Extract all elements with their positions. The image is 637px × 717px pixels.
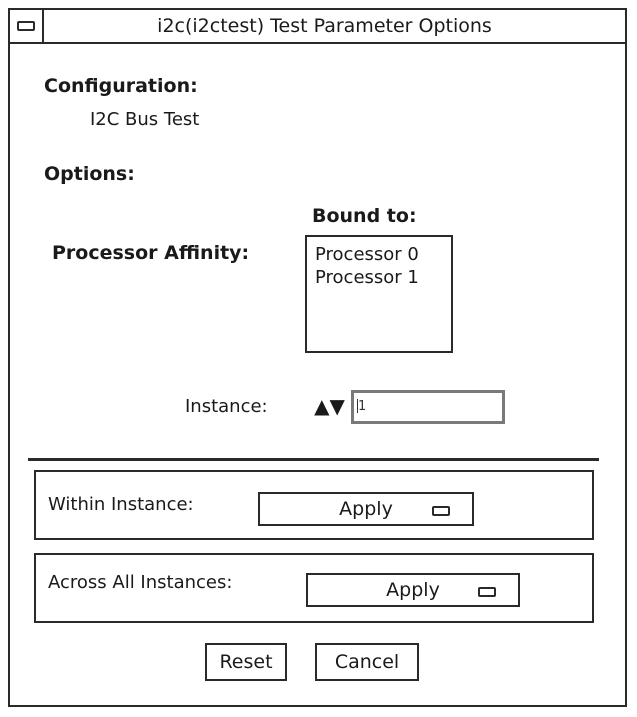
processor-affinity-label: Processor Affinity:	[52, 242, 250, 264]
options-heading: Options:	[44, 163, 135, 185]
menu-button-icon	[478, 587, 496, 597]
processor-list-item-1[interactable]: Processor 1	[315, 266, 451, 289]
window-title: i2c(i2ctest) Test Parameter Options	[157, 15, 492, 37]
instance-input[interactable]: 1	[351, 390, 505, 424]
configuration-heading: Configuration:	[44, 75, 198, 97]
window-menu-icon	[17, 21, 35, 31]
configuration-value: I2C Bus Test	[90, 109, 200, 130]
across-instances-group: Across All Instances: Apply	[34, 553, 594, 623]
section-divider	[28, 458, 599, 461]
reset-button[interactable]: Reset	[205, 643, 287, 681]
dialog-window: i2c(i2ctest) Test Parameter Options Conf…	[8, 8, 627, 707]
across-instances-label: Across All Instances:	[48, 572, 233, 593]
bound-to-label: Bound to:	[312, 205, 417, 227]
instance-label: Instance:	[185, 396, 268, 417]
within-instance-label: Within Instance:	[48, 494, 194, 515]
within-instance-menu[interactable]: Apply	[258, 492, 474, 526]
menu-button-icon	[432, 506, 450, 516]
title-bar: i2c(i2ctest) Test Parameter Options	[10, 10, 625, 44]
within-instance-menu-value: Apply	[339, 498, 393, 520]
within-instance-group: Within Instance: Apply	[34, 470, 594, 540]
cancel-button[interactable]: Cancel	[315, 643, 419, 681]
across-instances-menu[interactable]: Apply	[306, 573, 520, 607]
instance-spinner-arrows[interactable]: ▲▼	[308, 391, 351, 421]
processor-list-item-0[interactable]: Processor 0	[315, 243, 451, 266]
window-menu-button[interactable]	[10, 10, 44, 42]
processor-list[interactable]: Processor 0 Processor 1	[305, 235, 453, 353]
across-instances-menu-value: Apply	[386, 579, 440, 601]
